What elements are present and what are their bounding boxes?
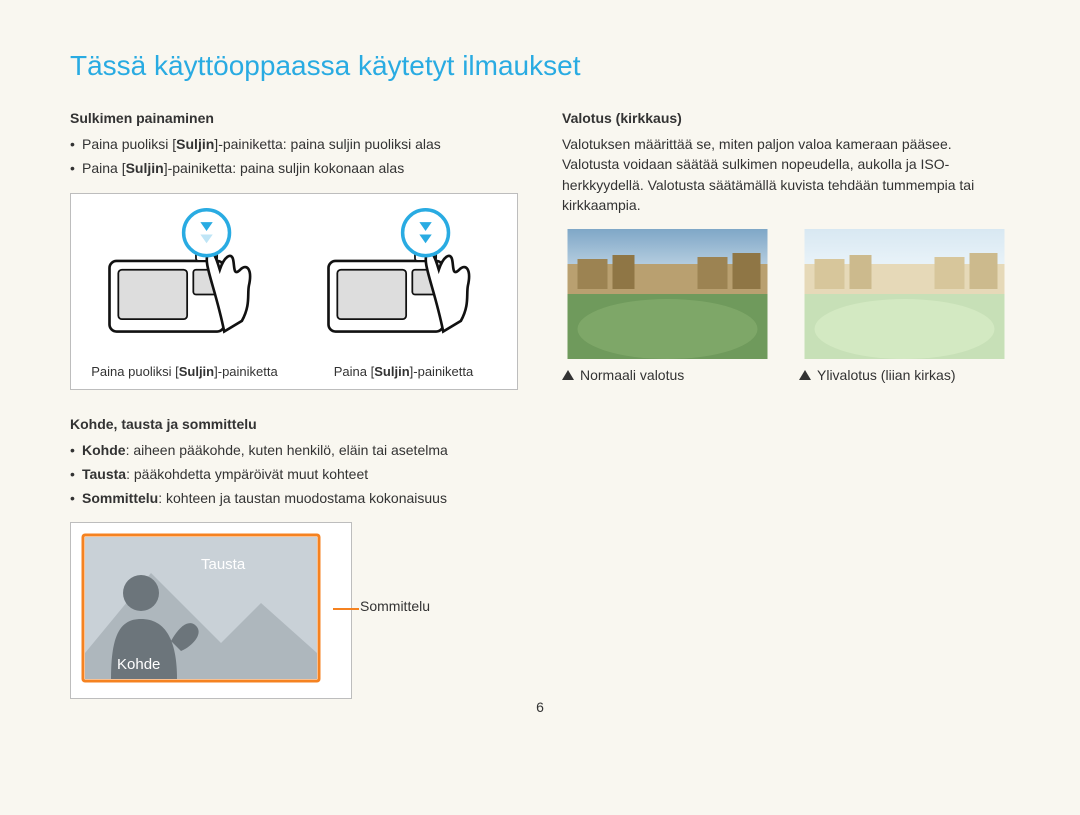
full-press-illustration	[300, 208, 507, 358]
over-exposure-caption: Ylivalotus (liian kirkas)	[799, 367, 1010, 383]
text-bold: Suljin	[179, 364, 214, 379]
text: Normaali valotus	[580, 367, 684, 383]
text-bold: Suljin	[374, 364, 409, 379]
over-exposure-photo	[799, 229, 1010, 359]
composition-illustration: Tausta Kohde	[81, 533, 321, 683]
text: -painiketta	[218, 364, 278, 379]
half-press-panel: Paina puoliksi [Suljin]-painiketta	[81, 208, 288, 379]
left-column: Sulkimen painaminen Paina puoliksi [Sulj…	[70, 110, 518, 699]
page-number: 6	[536, 699, 544, 715]
text-bold: Suljin	[176, 136, 214, 152]
full-press-caption: Paina [Suljin]-painiketta	[334, 364, 474, 379]
text: Paina	[82, 160, 122, 176]
bullet-item: Paina puoliksi [Suljin]-painiketta: pain…	[70, 134, 518, 154]
section-title-shutter: Sulkimen painaminen	[70, 110, 518, 126]
bullet-item: Sommittelu: kohteen ja taustan muodostam…	[70, 488, 518, 508]
text-bold: Kohde	[82, 442, 126, 458]
composition-figure: Tausta Kohde	[70, 522, 352, 699]
exposure-paragraph: Valotuksen määrittää se, miten paljon va…	[562, 134, 1010, 215]
normal-exposure-photo	[562, 229, 773, 359]
text-bold: Suljin	[126, 160, 164, 176]
section-title-exposure: Valotus (kirkkaus)	[562, 110, 1010, 126]
text: -painiketta	[413, 364, 473, 379]
section-title-composition: Kohde, tausta ja sommittelu	[70, 416, 518, 432]
text: Paina puoliksi	[91, 364, 175, 379]
label-tausta: Tausta	[201, 556, 246, 573]
text-bold: Sommittelu	[82, 490, 158, 506]
text: : pääkohdetta ympäröivät muut kohteet	[126, 466, 368, 482]
label-sommittelu: Sommittelu	[360, 598, 430, 614]
text: Paina	[334, 364, 371, 379]
text: -painiketta: paina suljin puoliksi alas	[218, 136, 441, 152]
text: : kohteen ja taustan muodostama kokonais…	[158, 490, 447, 506]
composition-bullets: Kohde: aiheen pääkohde, kuten henkilö, e…	[70, 440, 518, 509]
normal-exposure-caption: Normaali valotus	[562, 367, 773, 383]
exposure-photo-row: Normaali valotus	[562, 229, 1010, 383]
text: -painiketta: paina suljin kokonaan alas	[168, 160, 405, 176]
bullet-item: Kohde: aiheen pääkohde, kuten henkilö, e…	[70, 440, 518, 460]
normal-exposure-cell: Normaali valotus	[562, 229, 773, 383]
triangle-icon	[799, 370, 811, 380]
text-bold: Tausta	[82, 466, 126, 482]
shutter-bullets: Paina puoliksi [Suljin]-painiketta: pain…	[70, 134, 518, 179]
callout-line	[333, 608, 359, 610]
bullet-item: Tausta: pääkohdetta ympäröivät muut koht…	[70, 464, 518, 484]
label-kohde: Kohde	[117, 656, 160, 673]
bullet-item: Paina [Suljin]-painiketta: paina suljin …	[70, 158, 518, 178]
text: Ylivalotus (liian kirkas)	[817, 367, 955, 383]
page-title: Tässä käyttöoppaassa käytetyt ilmaukset	[70, 50, 1010, 82]
full-press-panel: Paina [Suljin]-painiketta	[300, 208, 507, 379]
half-press-caption: Paina puoliksi [Suljin]-painiketta	[91, 364, 277, 379]
over-exposure-cell: Ylivalotus (liian kirkas)	[799, 229, 1010, 383]
text: Paina puoliksi	[82, 136, 172, 152]
triangle-icon	[562, 370, 574, 380]
half-press-illustration	[81, 208, 288, 358]
text: : aiheen pääkohde, kuten henkilö, eläin …	[126, 442, 448, 458]
shutter-figure-box: Paina puoliksi [Suljin]-painiketta	[70, 193, 518, 390]
right-column: Valotus (kirkkaus) Valotuksen määrittää …	[562, 110, 1010, 699]
